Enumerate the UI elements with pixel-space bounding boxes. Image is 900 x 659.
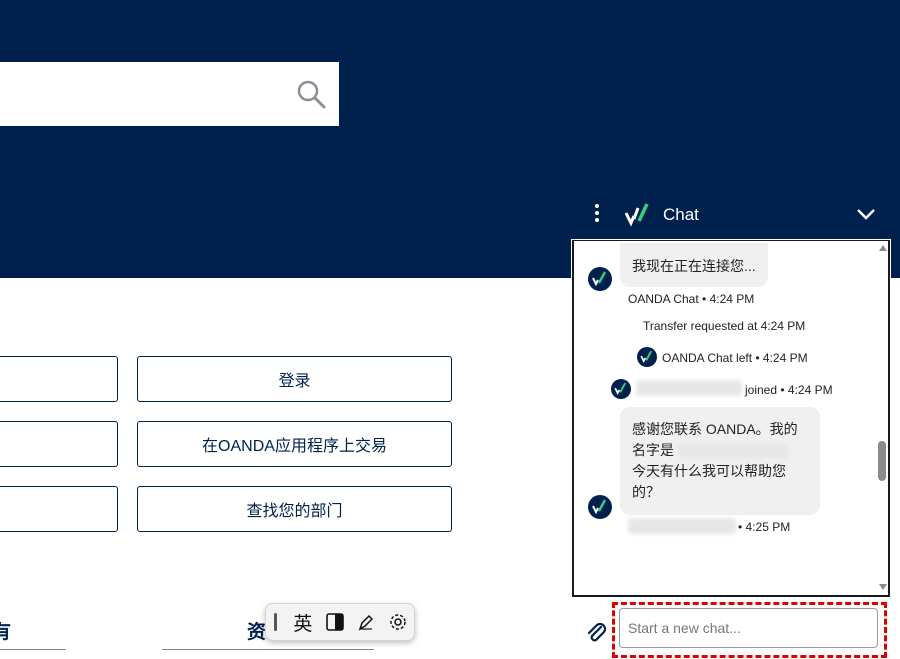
agent-avatar-icon <box>611 379 631 399</box>
option-label: 在OANDA应用程序上交易 <box>202 438 387 455</box>
option-label: 查找您的部门 <box>246 503 343 520</box>
search-icon[interactable] <box>295 78 327 110</box>
section-heading-left: 有 <box>0 622 12 643</box>
chat-title: Chat <box>663 205 699 224</box>
pen-tool-icon[interactable] <box>350 607 382 637</box>
find-department-button[interactable]: 查找您的部门 <box>137 486 452 532</box>
divider <box>0 649 66 650</box>
option-button-left-3[interactable] <box>0 486 118 532</box>
chat-widget: Chat 我现在正在连接您... OANDA Chat • 4:24 PM Tr… <box>571 191 891 659</box>
ime-toolbar: 英 <box>265 603 415 641</box>
message-text: 的？ <box>632 484 660 500</box>
section-heading-mid: 资 <box>247 622 267 643</box>
gear-icon[interactable] <box>382 607 414 637</box>
scroll-up-arrow-icon[interactable] <box>878 243 888 253</box>
scroll-down-arrow-icon[interactable] <box>878 582 888 592</box>
bot-avatar-icon <box>637 347 657 367</box>
message-meta: • 4:25 PM <box>738 520 791 534</box>
message-bubble-agent: 感谢您联系 OANDA。我的 名字是 今天有什么我可以帮助您 的？ <box>620 407 820 515</box>
message-bubble-bot: 我现在正在连接您... <box>620 243 768 287</box>
message-text-line: 名字是 <box>632 440 808 461</box>
ime-mode-toggle[interactable]: 英 <box>287 607 319 637</box>
trade-app-button[interactable]: 在OANDA应用程序上交易 <box>137 421 452 467</box>
redacted-agent-name <box>628 518 736 534</box>
message-meta: OANDA Chat • 4:24 PM <box>628 292 755 306</box>
divider <box>162 649 374 650</box>
system-note: OANDA Chat left • 4:24 PM <box>662 351 808 365</box>
redacted-agent-name <box>636 380 742 396</box>
scrollbar-thumb[interactable] <box>878 441 886 481</box>
bot-avatar-icon <box>588 267 612 291</box>
half-width-icon[interactable] <box>319 607 351 637</box>
system-note: Transfer requested at 4:24 PM <box>643 319 806 333</box>
system-note: joined • 4:24 PM <box>745 383 833 397</box>
search-input[interactable] <box>0 62 339 126</box>
chat-message-input[interactable] <box>619 608 878 648</box>
paperclip-icon[interactable] <box>585 621 609 645</box>
agent-avatar-icon <box>588 495 612 519</box>
message-text: 感谢您联系 OANDA。我的 <box>632 421 798 437</box>
option-label: 登录 <box>278 373 311 390</box>
login-button[interactable]: 登录 <box>137 356 452 402</box>
oanda-logo-icon <box>621 199 653 231</box>
option-button-left-1[interactable] <box>0 356 118 402</box>
redacted-agent-name <box>678 444 788 459</box>
message-text: 我现在正在连接您... <box>632 258 756 274</box>
page: 登录 在OANDA应用程序上交易 查找您的部门 有 资 英 Chat 我现在正在… <box>0 0 900 659</box>
chevron-down-icon[interactable] <box>855 203 877 225</box>
drag-handle[interactable] <box>274 613 277 631</box>
message-text: 名字是 <box>632 442 674 458</box>
message-list[interactable]: 我现在正在连接您... OANDA Chat • 4:24 PM Transfe… <box>572 240 890 597</box>
chat-composer <box>571 597 891 659</box>
chat-header: Chat <box>571 191 891 239</box>
message-text: 今天有什么我可以帮助您 <box>632 463 786 479</box>
more-options-icon[interactable] <box>591 204 603 226</box>
option-button-left-2[interactable] <box>0 421 118 467</box>
